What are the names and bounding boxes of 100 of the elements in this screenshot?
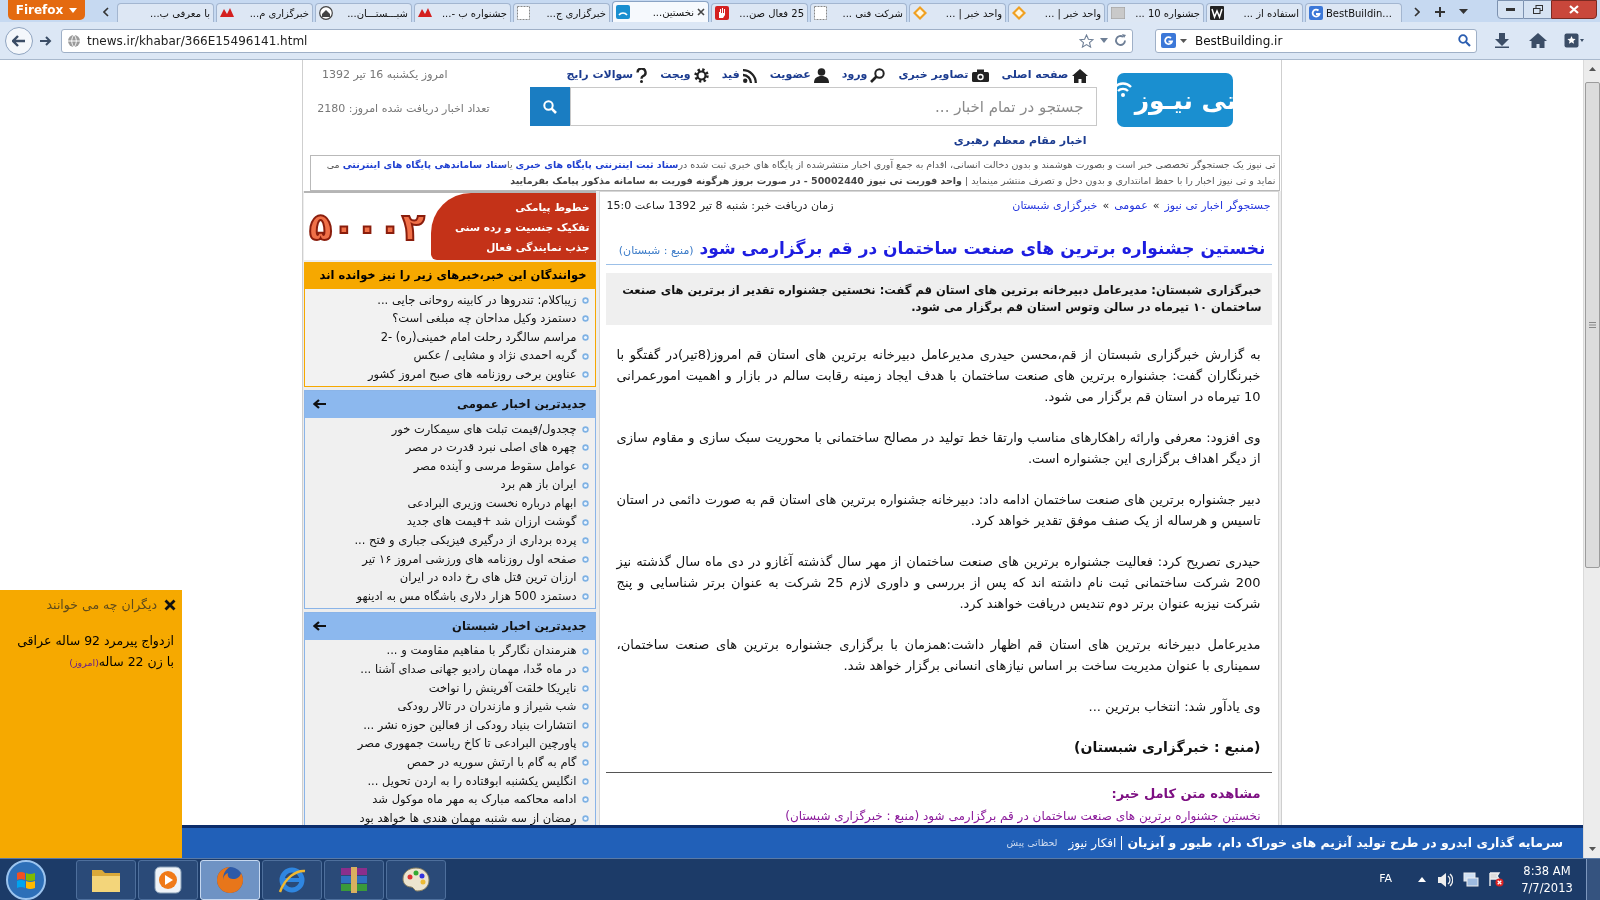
bullet-icon (581, 500, 589, 508)
breadcrumb-link[interactable]: عمومی (1114, 198, 1148, 215)
search-field[interactable]: جستجو در تمام اخبار ... (569, 87, 1097, 126)
close-button[interactable] (1551, 0, 1597, 19)
network-icon[interactable] (1463, 872, 1479, 887)
news-link[interactable]: پاورچین البرادعی تا کاخ ریاست جمهوری مصر (357, 738, 577, 750)
news-link[interactable]: در ماه خّدا، مهمان رادیو جهانی صدای آشنا ... (360, 664, 577, 676)
flag-icon[interactable] (1488, 872, 1504, 887)
flag-icon (16, 870, 36, 889)
news-link[interactable]: چجدول/قیمت تبلت های سیمکارت خور (391, 423, 577, 435)
nav-link[interactable]: عضویت (769, 67, 829, 84)
url-field[interactable]: tnews.ir/khabar/366E15496141.html (61, 28, 1133, 53)
article-paragraph: حیدری تصریح کرد: فعالیت جشنواره برترین های صنعت ساختمان از مهر سال گذشته آغازو در دی ماه سال گذشته نیز 200 شرکت ساختمانی ثبت نام داشته اند که پس از بررسی و داوری لازم 25 شرکت به عنوان برتر شناسایی و پنج شرکت نیزبه عنوان برتر دوم تندیس دریافت خواهند کرد. (616, 552, 1261, 614)
books-icon (339, 865, 369, 894)
news-link[interactable]: صفحه اول روزنامه های ورزشی امروز ۱۶ تیر (362, 553, 577, 566)
download-icon[interactable] (1495, 33, 1509, 48)
hand-icon (715, 6, 729, 20)
start-button[interactable] (6, 859, 46, 900)
news-link[interactable]: گام به گام با ارتش سوریه در حمص (407, 757, 577, 769)
browser-tab[interactable]: شرکت فنی ... (810, 3, 907, 22)
news-link[interactable]: انگلیس یکشنبه ابوقتاده را به اردن تحویل ... (367, 775, 577, 788)
arrow-left-icon[interactable] (312, 399, 326, 410)
news-link[interactable]: ادامه محاکمه مبارک به مهر ماه موکول شد (372, 794, 577, 806)
news-headline[interactable]: ازدواج پیرمرد 92 ساله عراقی با زن 22 ساله(امروز) (8, 629, 174, 673)
nav-link[interactable]: ویجت (660, 67, 709, 84)
news-link[interactable]: چهره های اصلی نبرد قدرت در مصر (405, 442, 577, 454)
close-icon[interactable] (697, 8, 705, 16)
reload-icon[interactable] (1114, 34, 1127, 47)
user-icon (813, 68, 829, 83)
news-link[interactable]: عوامل سقوط مرسی و آینده مصر (413, 460, 577, 473)
search-icon[interactable] (1458, 34, 1471, 47)
nav-link[interactable]: فید (721, 67, 757, 84)
news-link[interactable]: گریه احمدی نژاد و مشایی / عکس (413, 350, 577, 362)
browser-tab[interactable]: واحد خبر | ... (1008, 3, 1105, 22)
news-link[interactable]: پرده برداری از درگیری فیزیکی جباری و فتح ... (354, 535, 577, 547)
star-icon[interactable] (1079, 33, 1094, 48)
taskbar-button[interactable] (262, 859, 322, 900)
news-link[interactable]: هنرمندان نگارگر با مفاهیم مقاومت و ... (386, 645, 577, 657)
news-link[interactable]: ایران باز هم برد (500, 479, 577, 491)
notice-link[interactable]: ستاد ثبت اینترنتی پایگاه های خبری (515, 159, 679, 170)
back-button[interactable] (5, 26, 33, 55)
news-link[interactable]: مراسم سالگرد رحلت امام خمینی(ره) -2 (380, 331, 577, 344)
speaker-icon[interactable] (1438, 872, 1453, 887)
lead-text: خبرگزاری شبستان: مدیرعامل دبیرخانه برترین های استان قم گفت: نخستین جشنواره تقدیر از برترین های صنعت ساختمان ۱۰ تیرماه در سالن وتوس استان قم برگزار می شود. (605, 272, 1272, 325)
ticker-headline[interactable]: سرمایه گذاری ابدرو در طرح تولید آنزیم های خوراک دام، طیور و آبزیان (1127, 833, 1563, 853)
news-link[interactable]: دستمزد 500 هزار دلاری باشگاه مس به ادینهو (356, 590, 577, 603)
news-link[interactable]: دستمزد وکیل مداحان چه مبلغی است؟ (392, 313, 577, 325)
news-link[interactable]: نایریکا خلقت آفرینش را نواخت (428, 682, 577, 695)
nav-link[interactable]: صفحه اصلی (1001, 67, 1088, 84)
browser-tab[interactable]: با معرفی ب... (117, 3, 214, 22)
bookmarks-icon[interactable] (1564, 33, 1584, 48)
restore-icon (1532, 5, 1543, 14)
news-link[interactable]: زیباکلام: تندروها در کابینه روحانی جایی ... (377, 294, 577, 307)
browser-tab[interactable]: خبرگزاری ج... (513, 3, 610, 22)
bullet-icon (581, 425, 589, 433)
breadcrumb-link[interactable]: جستجوگر اخبار تی نیوز (1164, 198, 1271, 215)
taskbar-button[interactable] (386, 859, 446, 900)
clock-time[interactable]: 8:38 AM (1523, 862, 1571, 880)
close-button[interactable] (163, 598, 176, 612)
arrow-left-icon[interactable] (312, 621, 326, 632)
nav-link[interactable]: ورود (841, 67, 886, 84)
news-link[interactable]: ابهام درباره نخست وزیری البرادعی (407, 497, 577, 510)
browser-tab[interactable]: نخستین... (612, 1, 709, 22)
news-link[interactable]: رمضان از سه شنبه مهمان هندی ها خواهد بود (359, 812, 577, 825)
home-icon[interactable] (1529, 33, 1547, 48)
nav-link[interactable]: سوالات رایج (566, 67, 648, 84)
breadcrumb-link[interactable]: خبرگزاری شبستان (1012, 198, 1098, 215)
search-button[interactable] (529, 87, 570, 126)
news-link[interactable]: شب شیراز و مازندران در تالار رودکی (397, 701, 577, 713)
nav-link[interactable]: تصاویر خبری (898, 67, 989, 84)
news-link[interactable]: ارزان ترین قتل های رخ داده در ایران (399, 572, 577, 584)
language-indicator[interactable]: FA (1379, 871, 1392, 888)
box-title: جدیدترین اخبار عمومی (457, 395, 587, 414)
browser-tab[interactable]: واحد خبر | ... (909, 3, 1006, 22)
show-desktop-button[interactable] (1586, 858, 1600, 900)
taskbar-button[interactable] (76, 859, 136, 900)
browser-tab[interactable]: جشنواره 10 ... (1107, 3, 1204, 22)
scroll-thumb[interactable] (1584, 82, 1600, 568)
minimize-button[interactable] (1497, 0, 1524, 19)
scrollbar[interactable] (1583, 60, 1600, 858)
search-engine-field[interactable]: BestBuilding.ir (1155, 28, 1477, 53)
taskbar-button[interactable] (138, 859, 198, 900)
news-link[interactable]: انتشارات بنیاد رودکی از فعالین حوزه نشر ... (363, 719, 577, 732)
caret-icon[interactable] (1100, 38, 1108, 43)
news-link[interactable]: عناوین برخی روزنامه های صبح امروز کشور (368, 368, 577, 381)
ad-banner[interactable]: خطوط پیامکی تفکیک جنسیت و رده سنی جذب نمایندگی فعال ۵۰۰۰۲ (303, 191, 596, 260)
browser-tab[interactable]: 25 فعال صن... (711, 3, 808, 22)
browser-tab[interactable]: استفاده از ... (1206, 3, 1303, 22)
taskbar-button[interactable] (324, 859, 384, 900)
caret-up-icon[interactable] (1418, 877, 1426, 882)
news-link[interactable]: گوشت ارزان شد +قیمت های جدید (406, 516, 577, 528)
diamond-icon (913, 6, 927, 20)
leader-news-link[interactable]: اخبار مقام معظم رهبری (953, 133, 1087, 150)
browser-tab[interactable]: شبـــستـــان... (315, 3, 412, 22)
browser-tab[interactable]: BestBuildin... (1305, 3, 1402, 22)
full-text-link[interactable]: نخستین جشنواره برترین های صنعت ساختمان در قم برگزارمی شود (منبع : خبرگزاری شبستان) (785, 809, 1261, 823)
clock-date[interactable]: 7/7/2013 (1521, 879, 1573, 897)
restore-button[interactable] (1524, 0, 1551, 19)
browser-tab[interactable]: جشنواره ب -... (414, 3, 511, 22)
browser-tab[interactable]: خبرگزاری م... (216, 3, 313, 22)
